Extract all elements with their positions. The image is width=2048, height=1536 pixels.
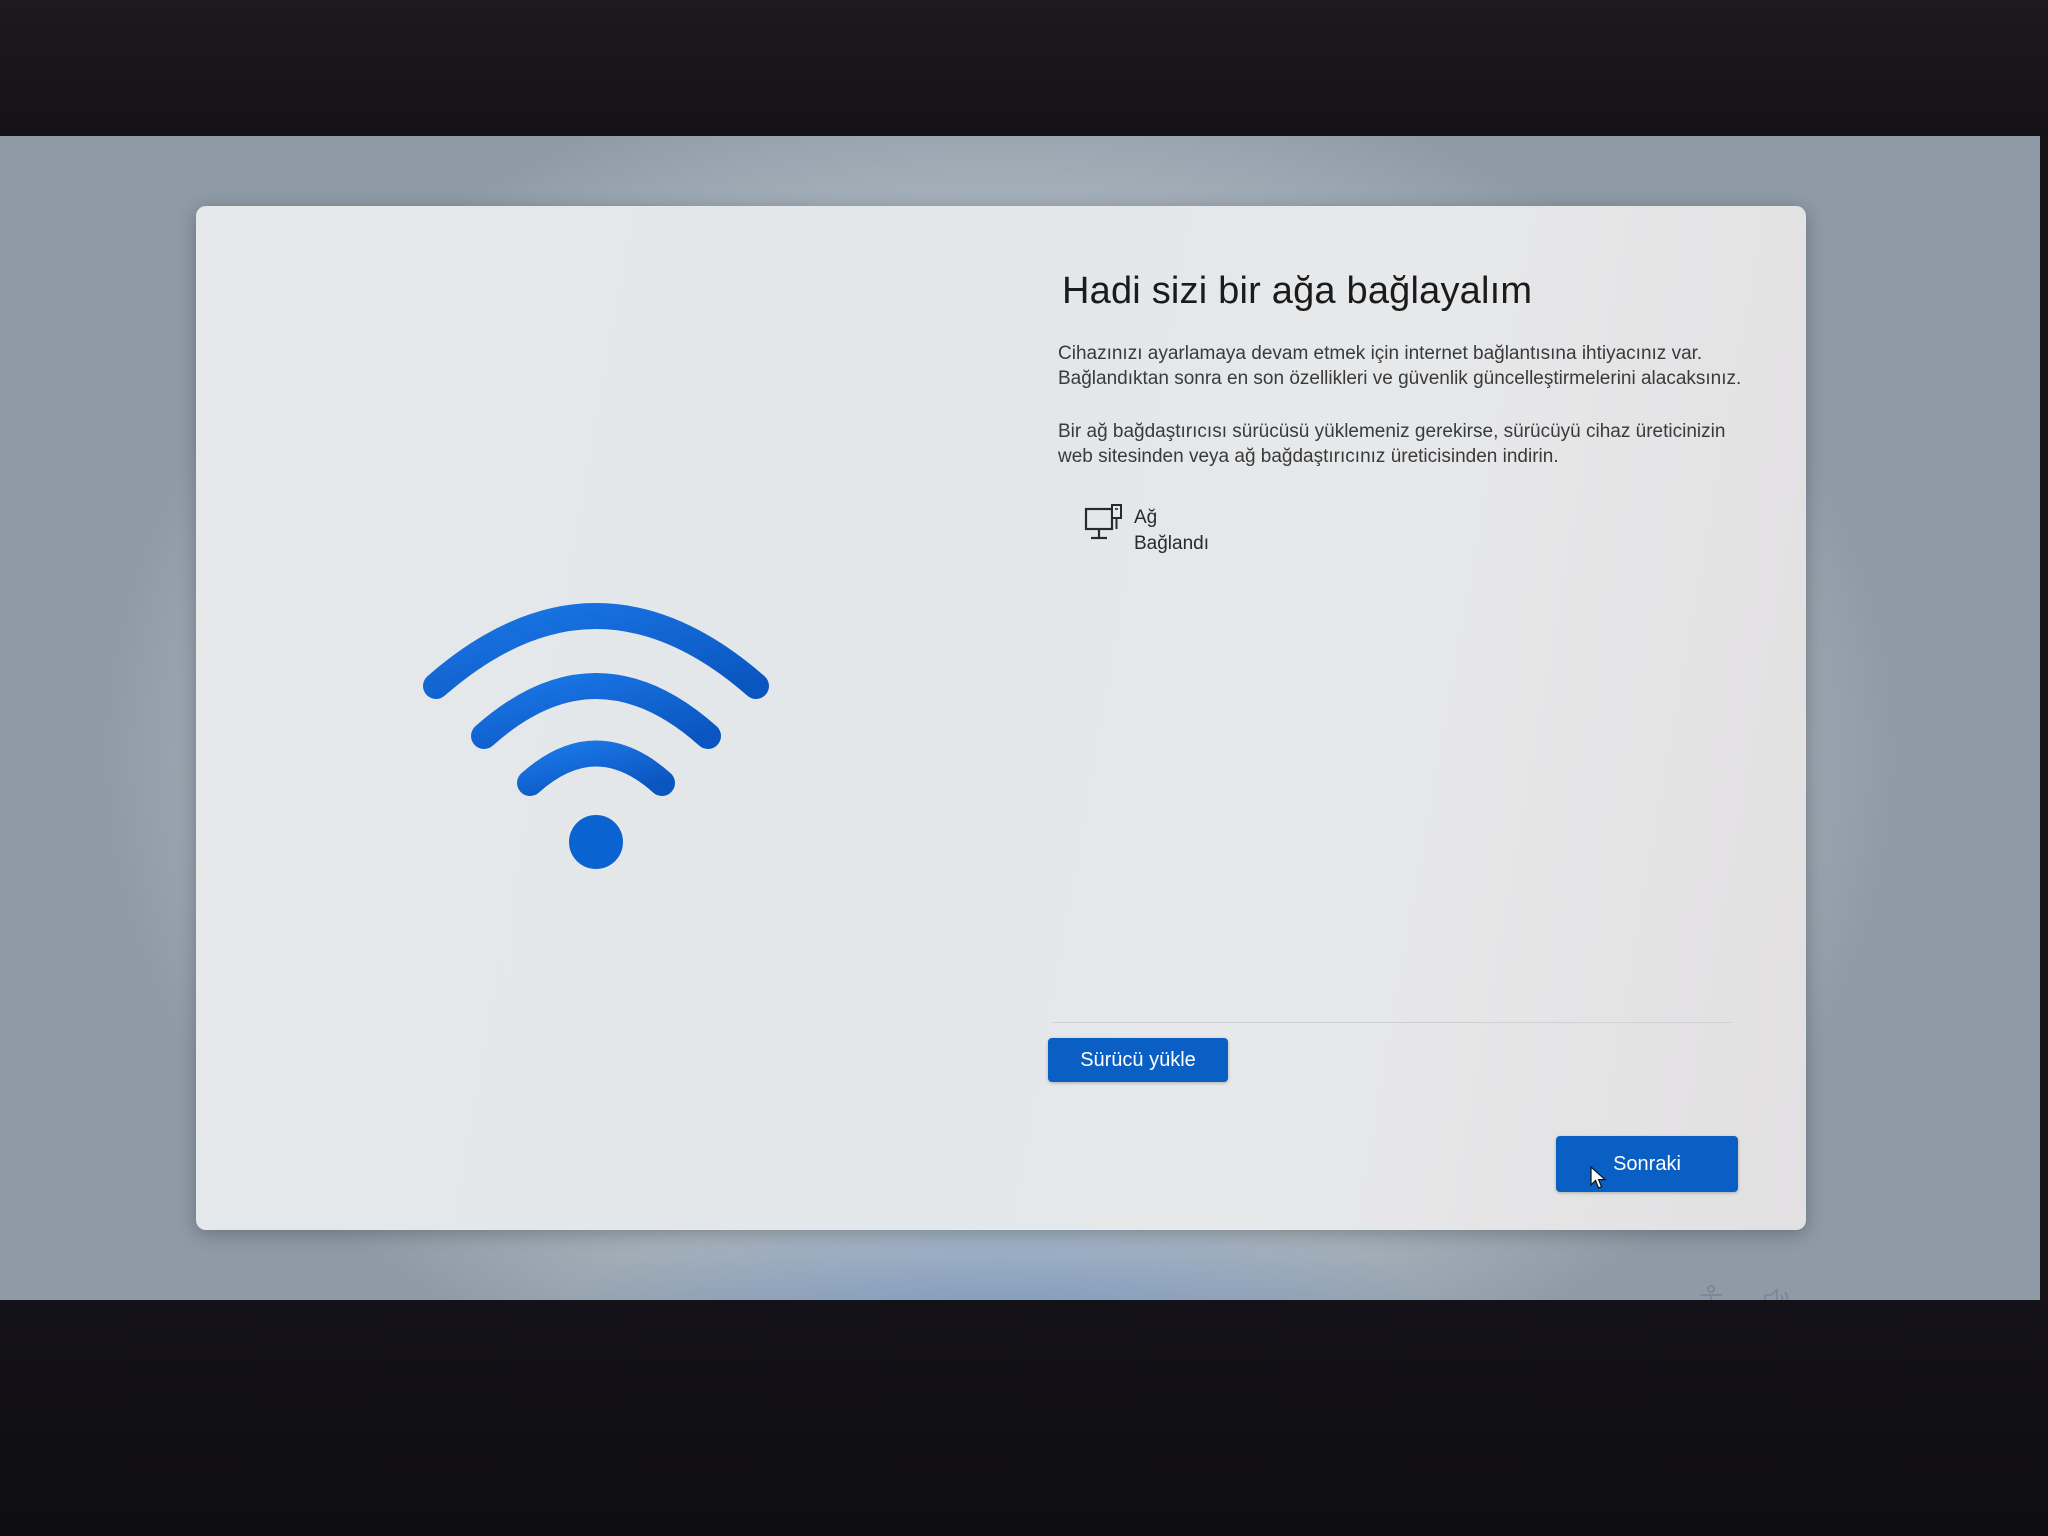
install-driver-button[interactable]: Sürücü yükle <box>1048 1038 1228 1082</box>
monitor-bezel-bottom <box>0 1300 2048 1536</box>
network-name: Ağ <box>1134 507 1158 528</box>
content-panel: Hadi sizi bir ağa bağlayalım Cihazınızı … <box>1058 270 1758 563</box>
wired-network-icon <box>1084 504 1122 540</box>
page-title: Hadi sizi bir ağa bağlayalım <box>1062 270 1533 312</box>
monitor-bezel-top <box>0 0 2048 140</box>
wifi-illustration <box>423 603 769 869</box>
mouse-cursor-icon <box>1590 1166 1607 1189</box>
wifi-middle-arc <box>471 673 721 749</box>
next-button[interactable]: Sonraki <box>1556 1136 1738 1192</box>
network-status: Bağlandı <box>1134 533 1210 554</box>
description-driver: Bir ağ bağdaştırıcısı sürücüsü yüklemeni… <box>1058 421 1726 467</box>
description-connect: Cihazınızı ayarlamaya devam etmek için i… <box>1058 343 1742 389</box>
wifi-inner-arc <box>517 740 675 796</box>
wifi-dot <box>569 815 623 869</box>
divider <box>1052 1022 1732 1023</box>
network-item[interactable]: Ağ Bağlandı <box>1084 503 1758 563</box>
